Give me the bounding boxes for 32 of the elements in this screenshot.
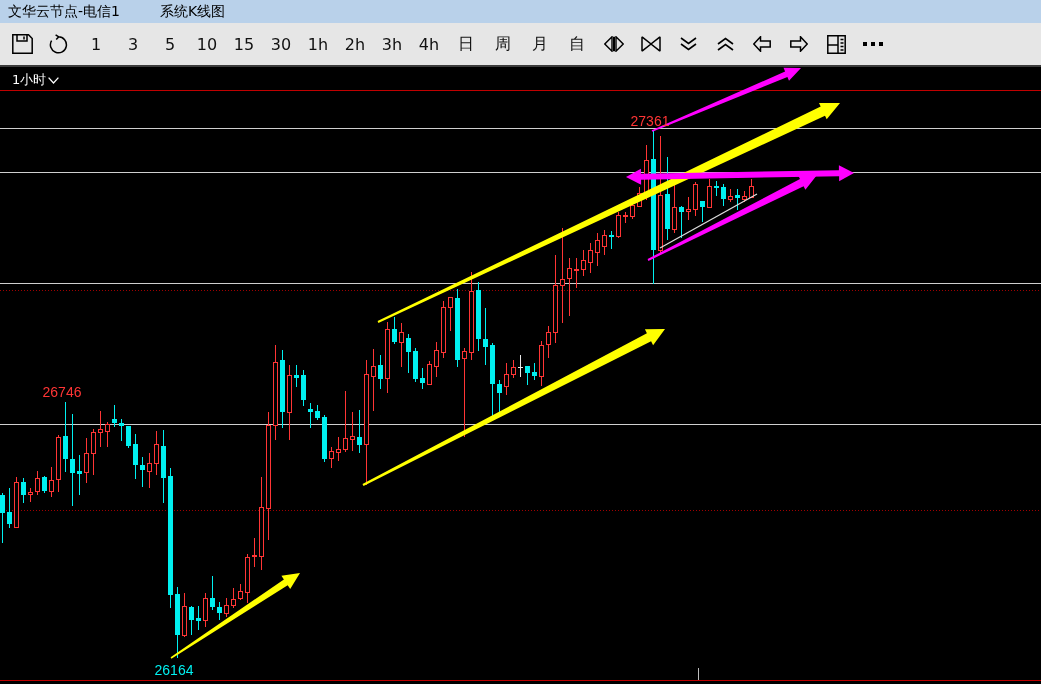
- period-button[interactable]: 1: [80, 28, 112, 60]
- high-price-label: 26746: [42, 384, 82, 400]
- period-button[interactable]: 日: [450, 28, 482, 60]
- period-button[interactable]: 2h: [339, 28, 371, 60]
- period-button[interactable]: 4h: [413, 28, 445, 60]
- refresh-icon: [49, 34, 69, 54]
- view-title: 系统K线图: [160, 2, 226, 21]
- left-arrow-icon: [753, 36, 771, 52]
- period-button[interactable]: 3h: [376, 28, 408, 60]
- chevron-down-icon: [48, 76, 60, 84]
- period-button[interactable]: 3: [117, 28, 149, 60]
- panel-layout-icon: [826, 34, 846, 54]
- outward-triangles-icon: [604, 36, 624, 52]
- high-price-label: 27361: [630, 113, 670, 129]
- doji-candle: [517, 354, 524, 378]
- period-button[interactable]: 30: [265, 28, 297, 60]
- more-icon: [863, 42, 883, 46]
- period-button[interactable]: 5: [154, 28, 186, 60]
- period-button[interactable]: 15: [228, 28, 260, 60]
- period-button[interactable]: 10: [191, 28, 223, 60]
- period-button[interactable]: 月: [524, 28, 556, 60]
- period-button[interactable]: 1h: [302, 28, 334, 60]
- double-chevron-down-icon: [679, 37, 697, 51]
- right-arrow-icon: [790, 36, 808, 52]
- period-dropdown[interactable]: 1小时: [10, 72, 62, 88]
- save-icon: [11, 34, 33, 54]
- window-title: 文华云节点-电信1: [8, 2, 121, 21]
- low-price-label: 26164: [154, 662, 194, 678]
- period-button[interactable]: 周: [487, 28, 519, 60]
- period-button[interactable]: 自: [561, 28, 593, 60]
- inward-triangles-icon: [641, 36, 661, 52]
- double-chevron-up-icon: [716, 37, 734, 51]
